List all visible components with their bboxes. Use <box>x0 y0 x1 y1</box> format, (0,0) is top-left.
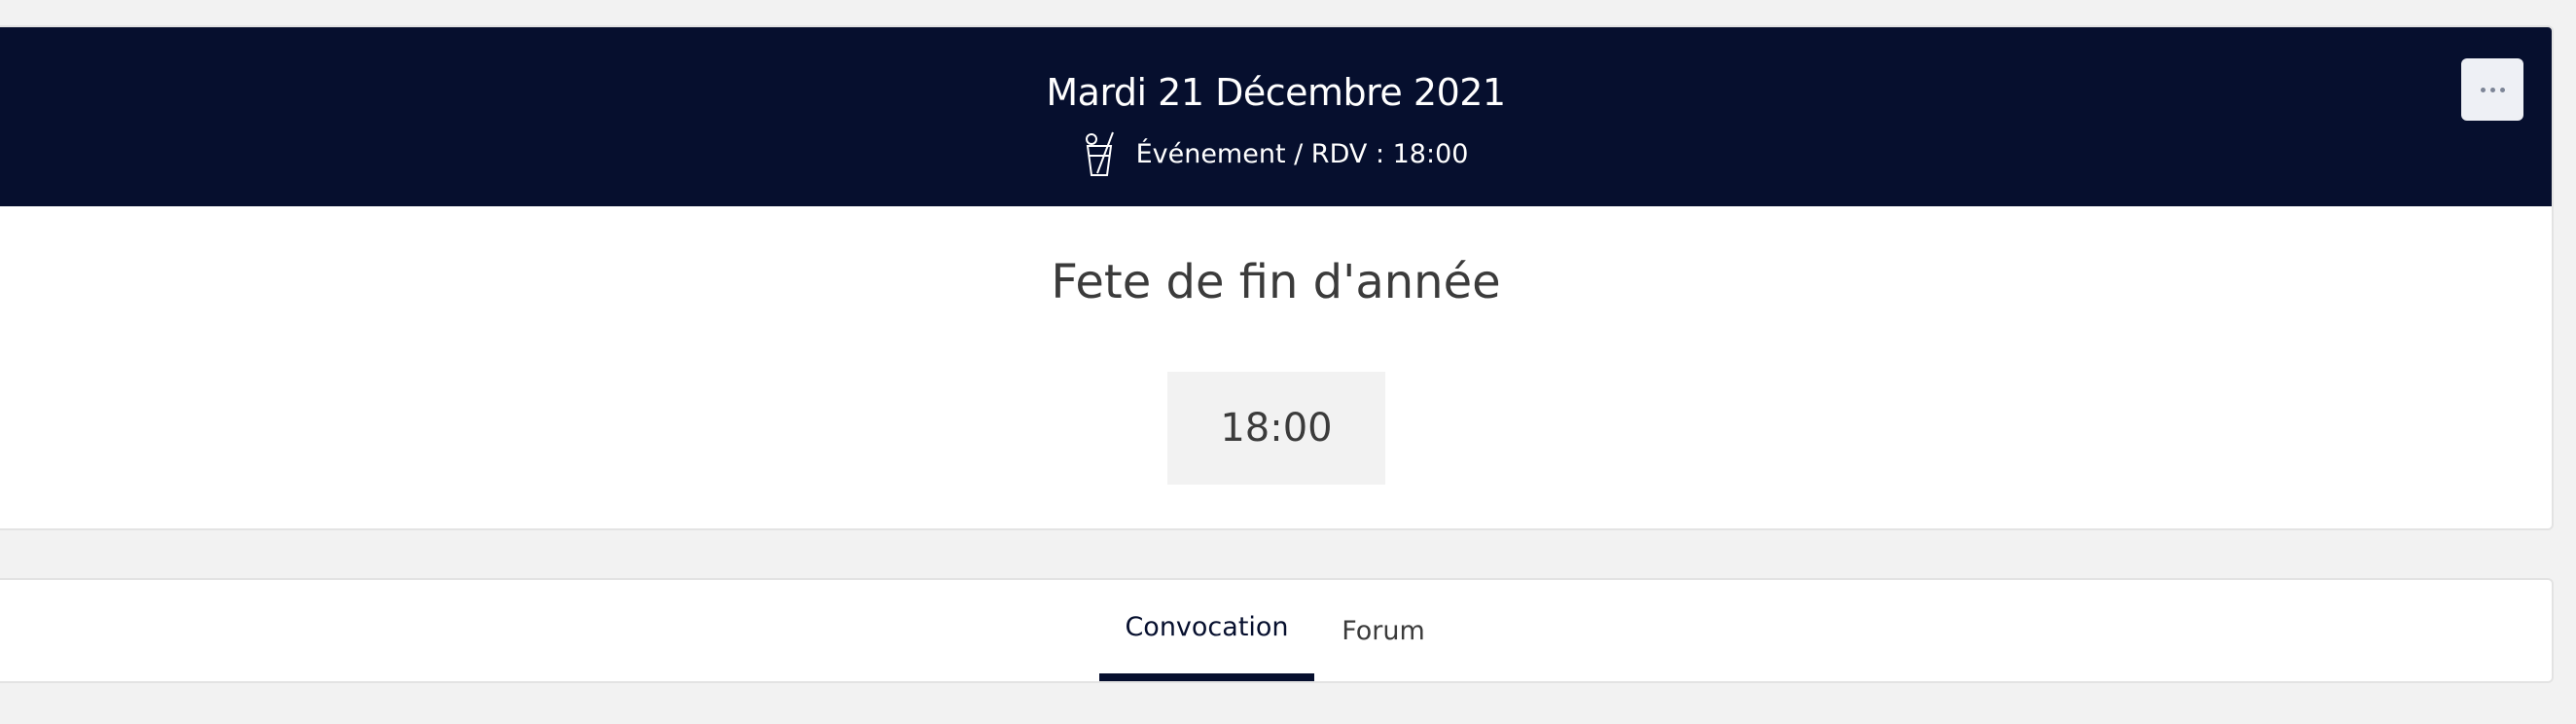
more-options-button[interactable] <box>2461 58 2523 121</box>
tab-convocation[interactable]: Convocation <box>1099 580 1314 681</box>
event-title: Fete de fin d'année <box>1051 255 1501 309</box>
more-horizontal-icon <box>2480 87 2486 92</box>
tabs-bar: Convocation Forum <box>0 578 2554 683</box>
tab-forum[interactable]: Forum <box>1323 580 1444 681</box>
cocktail-glass-icon <box>1084 130 1117 177</box>
event-subtitle-row: Événement / RDV : 18:00 <box>0 130 2552 177</box>
event-header: Mardi 21 Décembre 2021 Événement / RDV :… <box>0 27 2552 206</box>
event-time-box: 18:00 <box>1167 372 1385 485</box>
event-date: Mardi 21 Décembre 2021 <box>1046 71 1506 114</box>
event-card: Mardi 21 Décembre 2021 Événement / RDV :… <box>0 25 2554 530</box>
event-type-label: Événement / RDV : 18:00 <box>1135 138 1469 169</box>
